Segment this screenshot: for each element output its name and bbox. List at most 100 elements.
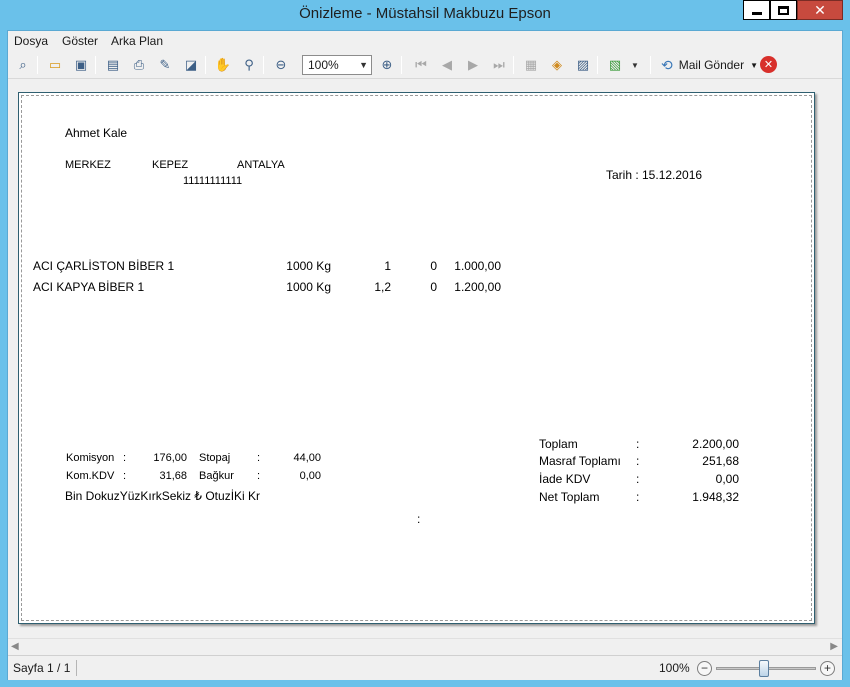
mail-send-label: Mail Gönder — [678, 58, 745, 72]
close-button[interactable]: ✕ — [797, 0, 843, 20]
status-separator — [76, 660, 77, 676]
toolbar-separator — [205, 56, 206, 74]
stray-colon: : — [417, 512, 421, 526]
first-page-icon[interactable]: ⏮ — [412, 56, 430, 74]
zoom-combo-value: 100% — [308, 58, 339, 72]
watermark-icon[interactable]: ▨ — [574, 56, 592, 74]
toolbar-separator — [263, 56, 264, 74]
toolbar-separator — [95, 56, 96, 74]
minimize-icon — [751, 12, 762, 15]
line-product: ACI ÇARLİSTON BİBER 1 — [33, 259, 175, 273]
toolbar-separator — [513, 56, 514, 74]
status-bar: Sayfa 1 / 1 100% − + — [8, 655, 842, 680]
export-icon[interactable]: ▧ — [606, 56, 624, 74]
address-district: MERKEZ — [65, 159, 111, 171]
line-product: ACI KAPYA BİBER 1 — [33, 280, 145, 294]
horizontal-scrollbar[interactable]: ◀ ▶ — [8, 638, 842, 654]
print-icon[interactable]: ⎙ — [130, 56, 148, 74]
fill-color-icon[interactable]: ◈ — [548, 56, 566, 74]
masraf-toplami-label: Masraf Toplamı — [539, 454, 621, 468]
save-icon[interactable]: ▣ — [72, 56, 90, 74]
menu-goster[interactable]: Göster — [62, 34, 98, 48]
line-zero: 0 — [430, 280, 437, 294]
report-date: Tarih : 15.12.2016 — [606, 168, 703, 182]
preview-area[interactable]: Ahmet Kale MERKEZ KEPEZ ANTALYA 11111111… — [8, 80, 842, 653]
stopaj-colon: : — [257, 452, 261, 464]
scroll-right-icon[interactable]: ▶ — [830, 641, 838, 652]
menu-dosya[interactable]: Dosya — [14, 34, 48, 48]
line-price: 1,2 — [374, 280, 391, 294]
iade-kdv-value: 0,00 — [715, 472, 739, 486]
line-quantity: 1000 Kg — [286, 280, 331, 294]
komkdv-value: 31,68 — [159, 470, 187, 482]
toolbar-separator — [650, 56, 651, 74]
chevron-down-icon: ▼ — [750, 60, 759, 70]
open-icon[interactable]: ▭ — [46, 56, 64, 74]
menu-arka-plan[interactable]: Arka Plan — [111, 34, 163, 48]
address-town: KEPEZ — [152, 159, 189, 171]
net-toplam-value: 1.948,32 — [692, 490, 739, 504]
bagkur-label: Bağkur — [199, 470, 234, 482]
mail-icon: ⟲ — [661, 56, 673, 73]
print-setup-icon[interactable]: ▤ — [104, 56, 122, 74]
komisyon-colon: : — [123, 452, 127, 464]
toplam-label: Toplam — [539, 437, 578, 451]
hand-icon[interactable]: ✋ — [214, 56, 232, 74]
minimize-button[interactable] — [743, 0, 770, 20]
line-amount: 1.200,00 — [454, 280, 501, 294]
stopaj-label: Stopaj — [199, 452, 231, 464]
komisyon-label: Komisyon — [66, 452, 115, 464]
toolbar-separator — [597, 56, 598, 74]
maximize-button[interactable] — [770, 0, 797, 20]
multi-page-icon[interactable]: ▦ — [522, 56, 540, 74]
last-page-icon[interactable]: ⏭ — [490, 56, 508, 74]
toolbar-separator — [401, 56, 402, 74]
export-dropdown-icon[interactable]: ▼ — [626, 56, 644, 74]
quick-print-icon[interactable]: ✎ — [156, 56, 174, 74]
net-toplam-colon: : — [636, 490, 640, 504]
toplam-colon: : — [636, 437, 640, 451]
line-quantity: 1000 Kg — [286, 259, 331, 273]
address-city: ANTALYA — [237, 159, 285, 171]
page-setup-icon[interactable]: ◪ — [182, 56, 200, 74]
toplam-value: 2.200,00 — [692, 437, 739, 451]
bagkur-colon: : — [257, 470, 261, 482]
report-page: Ahmet Kale MERKEZ KEPEZ ANTALYA 11111111… — [18, 92, 815, 624]
maximize-icon — [778, 5, 789, 15]
amount-in-words: Bin DokuzYüzKırkSekiz ₺ OtuzİKi Kr — [65, 489, 261, 503]
title-bar: Önizleme - Müstahsil Makbuzu Epson ✕ — [0, 0, 850, 30]
komkdv-colon: : — [123, 470, 127, 482]
iade-kdv-colon: : — [636, 472, 640, 486]
scroll-left-icon[interactable]: ◀ — [11, 641, 19, 652]
page-info: Sayfa 1 / 1 — [13, 661, 71, 675]
zoom-combobox[interactable]: 100% ▼ — [302, 55, 372, 75]
iade-kdv-label: İade KDV — [539, 472, 591, 486]
next-page-icon[interactable]: ▶ — [464, 56, 482, 74]
zoom-out-button[interactable]: − — [697, 661, 712, 676]
tax-number: 11111111111 — [183, 175, 243, 187]
magnifier-icon[interactable]: ⚲ — [240, 56, 258, 74]
line-amount: 1.000,00 — [454, 259, 501, 273]
find-icon[interactable]: ⌕ — [14, 56, 32, 74]
preview-window: Önizleme - Müstahsil Makbuzu Epson ✕ Dos… — [0, 0, 850, 687]
zoom-out-icon[interactable]: ⊖ — [272, 56, 290, 74]
chevron-down-icon: ▼ — [359, 60, 368, 70]
mail-send-button[interactable]: ⟲ Mail Gönder ▼ — [661, 55, 758, 75]
close-icon: ✕ — [814, 2, 826, 18]
masraf-toplami-value: 251,68 — [702, 454, 739, 468]
toolbar-separator — [37, 56, 38, 74]
zoom-in-button[interactable]: + — [820, 661, 835, 676]
bagkur-value: 0,00 — [299, 470, 321, 482]
stopaj-value: 44,00 — [293, 452, 321, 464]
net-toplam-label: Net Toplam — [539, 490, 600, 504]
toolbar: ⌕ ▭ ▣ ▤ ⎙ ✎ ◪ ✋ ⚲ ⊖ 100% ▼ ⊕ ⏮ ◀ ▶ ⏭ ▦ ◈… — [8, 51, 842, 79]
komisyon-value: 176,00 — [153, 452, 187, 464]
zoom-in-icon[interactable]: ⊕ — [378, 56, 396, 74]
close-preview-icon[interactable]: ✕ — [760, 56, 777, 73]
komkdv-label: Kom.KDV — [66, 470, 115, 482]
client-area: Dosya Göster Arka Plan ⌕ ▭ ▣ ▤ ⎙ ✎ ◪ ✋ ⚲… — [7, 30, 843, 680]
window-title: Önizleme - Müstahsil Makbuzu Epson — [299, 5, 551, 22]
zoom-slider-thumb[interactable] — [759, 660, 769, 677]
menu-bar: Dosya Göster Arka Plan — [8, 31, 842, 51]
previous-page-icon[interactable]: ◀ — [438, 56, 456, 74]
